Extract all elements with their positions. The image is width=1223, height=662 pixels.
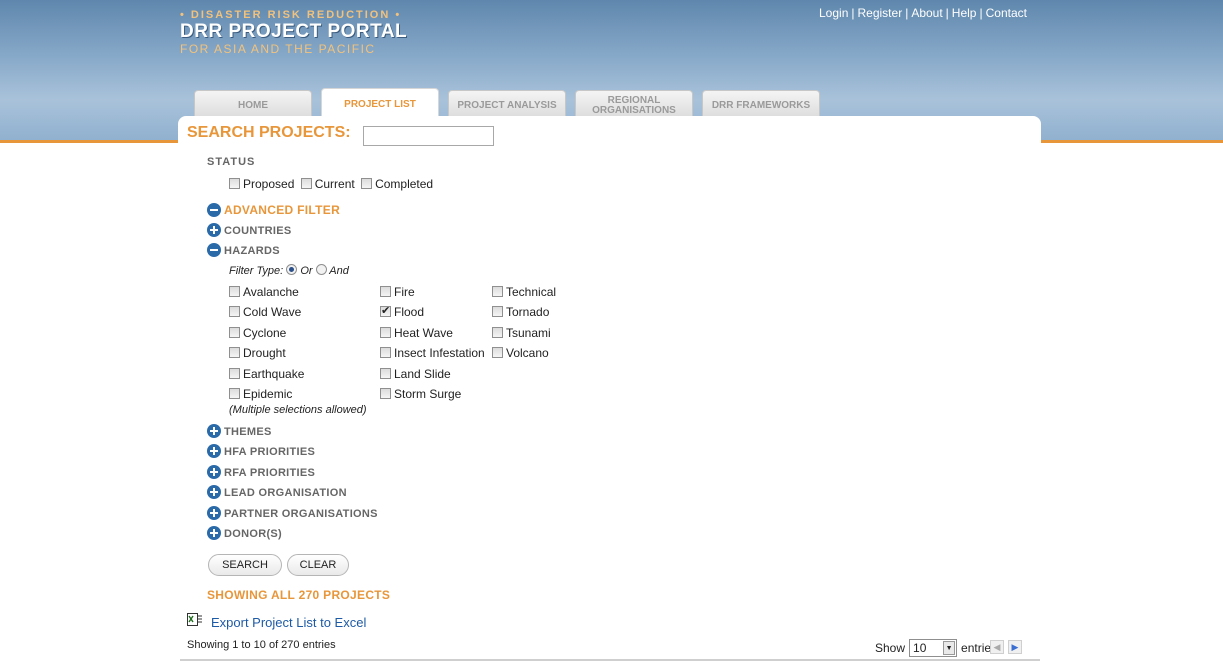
excel-icon[interactable] (187, 613, 202, 626)
logo-title: DRR PROJECT PORTAL (180, 21, 408, 42)
collapse-icon (207, 243, 221, 257)
hazard-earthquake[interactable]: Earthquake (229, 367, 304, 381)
current-checkbox[interactable] (300, 178, 312, 189)
advanced-filter-toggle[interactable]: ADVANCED FILTER (207, 203, 340, 217)
hazard-heat-wave[interactable]: Heat Wave (380, 326, 453, 340)
hazard-checkbox[interactable] (492, 286, 503, 297)
hazard-checkbox[interactable] (229, 327, 240, 338)
hazard-checkbox-checked[interactable] (380, 304, 391, 317)
hfa-priorities-toggle[interactable]: HFA PRIORITIES (207, 444, 315, 458)
export-excel-link[interactable]: Export Project List to Excel (211, 615, 366, 630)
page-length-control: Show 10 ▼ entries (875, 639, 997, 657)
hazard-epidemic[interactable]: Epidemic (229, 387, 292, 401)
expand-icon (207, 465, 221, 479)
expand-icon (207, 526, 221, 540)
hazard-checkbox[interactable] (229, 368, 240, 379)
hazard-checkbox[interactable] (492, 306, 503, 317)
collapse-icon (207, 203, 221, 217)
show-label: Show (875, 641, 906, 655)
status-completed[interactable]: Completed (361, 177, 433, 191)
entries-info: Showing 1 to 10 of 270 entries (187, 639, 336, 651)
tab-project-list[interactable]: PROJECT LIST (321, 88, 439, 118)
expand-icon (207, 485, 221, 499)
help-link[interactable]: Help (952, 6, 977, 20)
results-count-heading: SHOWING ALL 270 PROJECTS (207, 588, 391, 602)
hazard-tsunami[interactable]: Tsunami (492, 326, 551, 340)
countries-toggle[interactable]: COUNTRIES (207, 223, 291, 237)
hazard-checkbox[interactable] (492, 347, 503, 358)
hazard-checkbox[interactable] (380, 327, 391, 338)
search-button[interactable]: SEARCH (208, 554, 282, 576)
next-page-button[interactable]: ▶ (1008, 640, 1022, 654)
chevron-down-icon: ▼ (943, 641, 956, 655)
status-proposed[interactable]: Proposed (229, 177, 294, 191)
login-link[interactable]: Login (819, 6, 848, 20)
tab-drr-frameworks[interactable]: DRR FRAMEWORKS (702, 90, 820, 118)
site-logo[interactable]: • DISASTER RISK REDUCTION • DRR PROJECT … (180, 8, 407, 56)
completed-checkbox[interactable] (361, 178, 373, 189)
hazard-storm-surge[interactable]: Storm Surge (380, 387, 461, 401)
hazard-insect-infestation[interactable]: Insect Infestation (380, 346, 485, 360)
hazard-cyclone[interactable]: Cyclone (229, 326, 286, 340)
themes-toggle[interactable]: THEMES (207, 424, 272, 438)
table-top-border (180, 659, 1040, 661)
expand-icon (207, 223, 221, 237)
hazard-checkbox[interactable] (492, 327, 503, 338)
search-title: SEARCH PROJECTS: (187, 124, 351, 141)
filter-type: Filter Type: Or And (229, 264, 349, 277)
partner-organisations-toggle[interactable]: PARTNER ORGANISATIONS (207, 506, 378, 520)
tab-regional-organisations[interactable]: REGIONAL ORGANISATIONS (575, 90, 693, 118)
hazard-checkbox[interactable] (229, 388, 240, 399)
hazard-fire[interactable]: Fire (380, 285, 415, 299)
tab-home[interactable]: HOME (194, 90, 312, 118)
hazards-toggle[interactable]: HAZARDS (207, 243, 280, 257)
expand-icon (207, 444, 221, 458)
hazard-land-slide[interactable]: Land Slide (380, 367, 451, 381)
proposed-checkbox[interactable] (229, 178, 240, 189)
multiple-selection-note: (Multiple selections allowed) (229, 404, 367, 416)
top-links: Login | Register | About | Help | Contact (819, 6, 1027, 20)
hazard-checkbox[interactable] (229, 286, 240, 297)
filter-or-radio[interactable] (286, 264, 298, 275)
hazard-checkbox[interactable] (380, 388, 391, 399)
search-input[interactable] (363, 126, 494, 146)
status-options: Proposed Current Completed (229, 177, 436, 191)
hazard-volcano[interactable]: Volcano (492, 346, 549, 360)
contact-link[interactable]: Contact (986, 6, 1027, 20)
expand-icon (207, 506, 221, 520)
status-label: STATUS (207, 156, 256, 168)
register-link[interactable]: Register (858, 6, 903, 20)
lead-organisation-toggle[interactable]: LEAD ORGANISATION (207, 485, 347, 499)
hazard-technical[interactable]: Technical (492, 285, 556, 299)
status-current[interactable]: Current (300, 177, 355, 191)
hazard-avalanche[interactable]: Avalanche (229, 285, 299, 299)
prev-page-button[interactable]: ◀ (990, 640, 1004, 654)
donors-toggle[interactable]: DONOR(S) (207, 526, 282, 540)
hazard-checkbox[interactable] (229, 347, 240, 358)
content-panel (178, 116, 1041, 662)
tab-project-analysis[interactable]: PROJECT ANALYSIS (448, 90, 566, 118)
rfa-priorities-toggle[interactable]: RFA PRIORITIES (207, 465, 315, 479)
hazard-checkbox[interactable] (229, 306, 240, 317)
hazard-drought[interactable]: Drought (229, 346, 286, 360)
hazard-flood[interactable]: Flood (380, 304, 424, 319)
hazard-checkbox[interactable] (380, 368, 391, 379)
logo-subtitle: FOR ASIA AND THE PACIFIC (180, 42, 376, 56)
clear-button[interactable]: CLEAR (287, 554, 349, 576)
logo-tagline: • DISASTER RISK REDUCTION • (180, 9, 402, 21)
hazard-checkbox[interactable] (380, 347, 391, 358)
hazard-cold-wave[interactable]: Cold Wave (229, 305, 301, 319)
page-length-select[interactable]: 10 ▼ (909, 639, 958, 657)
expand-icon (207, 424, 221, 438)
hazard-checkbox[interactable] (380, 286, 391, 297)
about-link[interactable]: About (911, 6, 942, 20)
filter-and-radio[interactable] (315, 264, 327, 275)
hazard-tornado[interactable]: Tornado (492, 305, 549, 319)
